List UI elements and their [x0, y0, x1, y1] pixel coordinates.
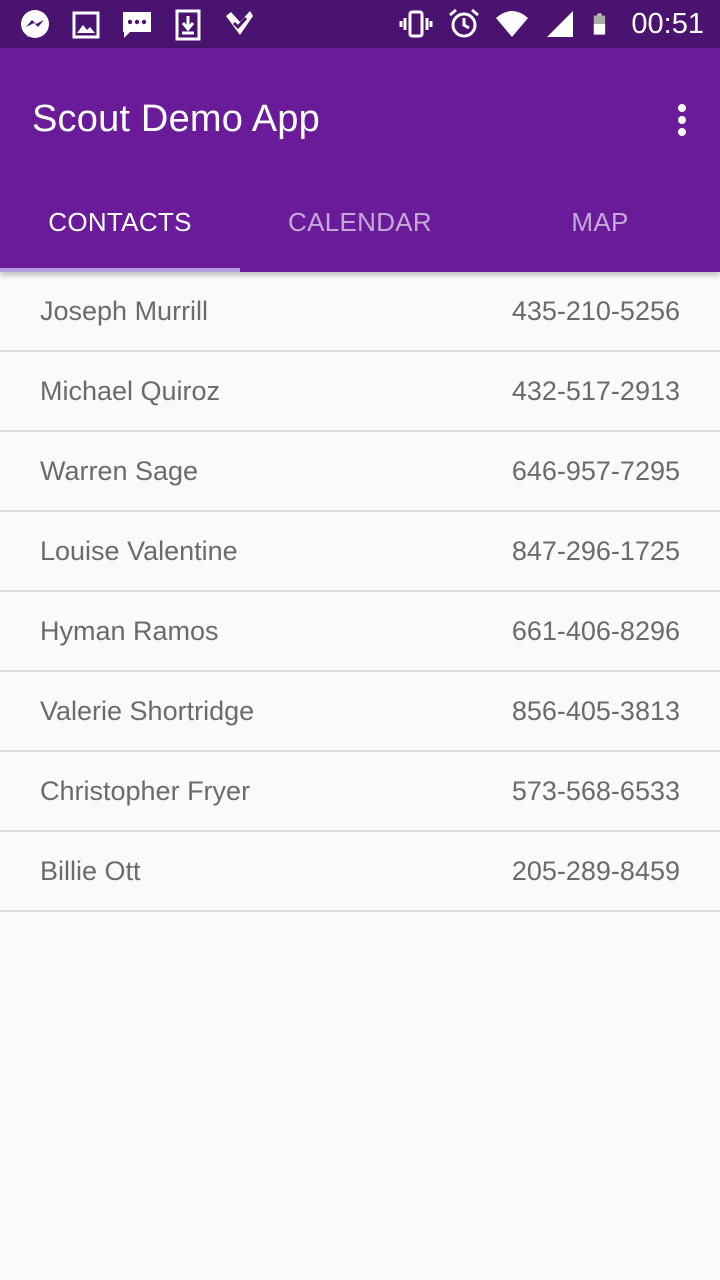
- status-time: 00:51: [631, 8, 704, 40]
- contact-name: Warren Sage: [40, 455, 199, 486]
- download-icon: [175, 9, 201, 41]
- vibrate-icon: [399, 10, 433, 38]
- status-bar: 00:51: [0, 0, 720, 48]
- app-title: Scout Demo App: [32, 98, 320, 140]
- contact-row[interactable]: Warren Sage 646-957-7295: [0, 432, 720, 512]
- tab-calendar[interactable]: CALENDAR: [240, 176, 480, 272]
- battery-icon: [594, 13, 606, 35]
- tab-map[interactable]: MAP: [480, 176, 720, 272]
- contact-name: Louise Valentine: [40, 535, 238, 566]
- contact-phone: 856-405-3813: [511, 695, 680, 726]
- contact-row[interactable]: Billie Ott 205-289-8459: [0, 832, 720, 912]
- contact-row[interactable]: Hyman Ramos 661-406-8296: [0, 592, 720, 672]
- contact-row[interactable]: Michael Quiroz 432-517-2913: [0, 352, 720, 432]
- contact-row[interactable]: Louise Valentine 847-296-1725: [0, 512, 720, 592]
- contact-row[interactable]: Joseph Murrill 435-210-5256: [0, 272, 720, 352]
- notification-icons: [18, 8, 256, 42]
- contact-phone: 646-957-7295: [511, 455, 680, 486]
- tab-contacts[interactable]: CONTACTS: [0, 176, 240, 272]
- system-icons: 00:51: [399, 6, 704, 42]
- contacts-list: Joseph Murrill 435-210-5256 Michael Quir…: [0, 272, 720, 912]
- contact-row[interactable]: Valerie Shortridge 856-405-3813: [0, 672, 720, 752]
- contact-name: Billie Ott: [40, 855, 141, 886]
- contact-phone: 573-568-6533: [511, 775, 680, 806]
- overflow-dot: [678, 128, 686, 136]
- contact-phone: 435-210-5256: [511, 295, 680, 326]
- contact-phone: 432-517-2913: [511, 375, 680, 406]
- alarm-icon: [449, 8, 480, 38]
- overflow-menu-icon[interactable]: [670, 100, 694, 140]
- contact-name: Hyman Ramos: [40, 615, 219, 646]
- contact-phone: 205-289-8459: [511, 855, 680, 886]
- contact-phone: 847-296-1725: [511, 535, 680, 566]
- contact-name: Christopher Fryer: [40, 775, 251, 806]
- check-icon: [226, 11, 253, 35]
- sms-icon: [123, 12, 151, 38]
- wifi-icon: [496, 11, 529, 37]
- overflow-dot: [678, 116, 686, 124]
- contact-name: Valerie Shortridge: [40, 695, 255, 726]
- contact-row[interactable]: Christopher Fryer 573-568-6533: [0, 752, 720, 832]
- messenger-icon: [21, 10, 49, 38]
- app-bar: Scout Demo App CONTACTS CALENDAR MAP: [0, 48, 720, 272]
- contact-name: Joseph Murrill: [40, 295, 209, 326]
- image-icon: [72, 11, 100, 39]
- contact-phone: 661-406-8296: [511, 615, 680, 646]
- signal-icon: [547, 11, 574, 37]
- tab-bar: CONTACTS CALENDAR MAP: [0, 176, 720, 272]
- contact-name: Michael Quiroz: [40, 375, 221, 406]
- overflow-dot: [678, 104, 686, 112]
